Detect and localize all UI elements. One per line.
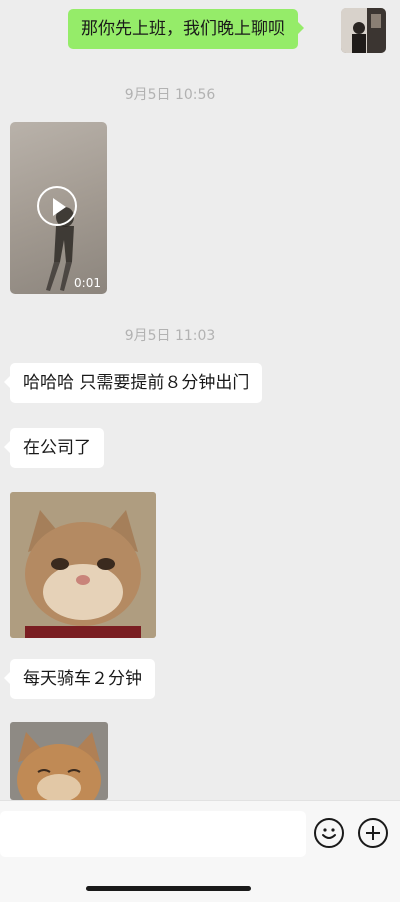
timestamp: 9月5日 11:03 [124,328,216,344]
video-duration: 0:01 [74,276,101,290]
received-message-bubble[interactable]: 哈哈哈 只需要提前８分钟出门 [3,363,263,403]
home-indicator[interactable] [86,886,251,891]
image-message[interactable] [10,722,108,800]
plus-icon [366,826,380,840]
smile-icon [322,828,336,839]
image-message[interactable] [10,492,156,638]
received-message-bubble[interactable]: 每天骑车２分钟 [4,659,155,699]
sent-message-bubble[interactable]: 那你先上班，我们晚上聊呗 [68,9,304,49]
received-message-bubble[interactable]: 在公司了 [4,428,104,468]
avatar-photo-icon [341,8,386,53]
timestamp: 9月5日 10:56 [124,87,216,103]
cat-photo [10,722,108,800]
video-message[interactable]: 0:01 [10,122,107,294]
cat-photo [10,492,156,638]
my-avatar[interactable] [341,8,386,53]
chat-area[interactable]: 那你先上班，我们晚上聊呗 9月5日 10:56 0:01 9月5日 11:03 … [0,0,400,800]
play-icon[interactable] [37,186,77,226]
message-input[interactable] [0,811,306,857]
more-button[interactable] [358,818,388,848]
emoji-button[interactable] [314,818,344,848]
